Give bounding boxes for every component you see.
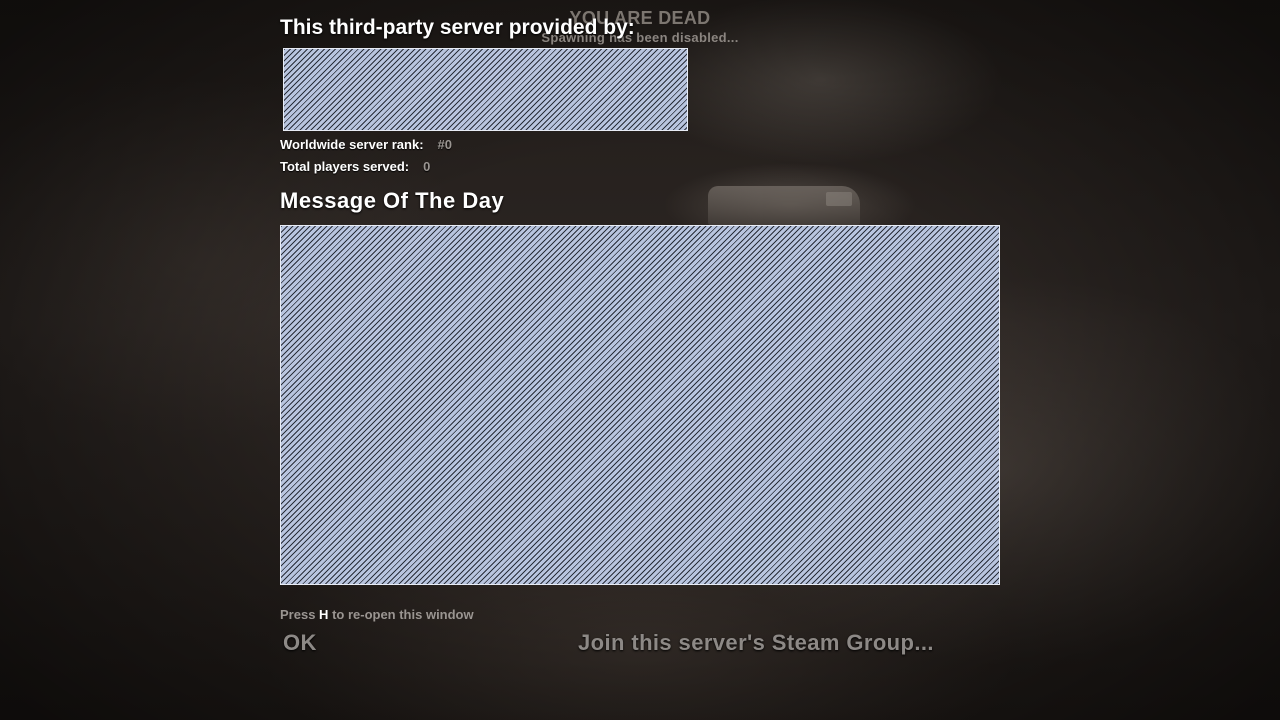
motd-panel: This third-party server provided by: Wor… — [280, 0, 1010, 720]
players-served-value: 0 — [423, 159, 431, 174]
players-served-row: Total players served: 0 — [280, 159, 430, 174]
motd-content-frame[interactable] — [280, 225, 1000, 585]
reopen-hint-key: H — [319, 607, 329, 622]
provider-banner-image[interactable] — [283, 48, 688, 131]
motd-title: Message Of The Day — [280, 188, 505, 213]
provider-title: This third-party server provided by: — [280, 16, 635, 39]
ok-button[interactable]: OK — [283, 630, 317, 656]
players-served-label: Total players served: — [280, 159, 410, 174]
reopen-hint-suffix: to re-open this window — [332, 607, 474, 622]
server-rank-row: Worldwide server rank: #0 — [280, 137, 452, 152]
server-rank-value: #0 — [437, 137, 453, 152]
join-steam-group-button[interactable]: Join this server's Steam Group... — [578, 630, 934, 656]
server-rank-label: Worldwide server rank: — [280, 137, 424, 152]
reopen-hint: Press H to re-open this window — [280, 607, 474, 622]
reopen-hint-prefix: Press — [280, 607, 316, 622]
